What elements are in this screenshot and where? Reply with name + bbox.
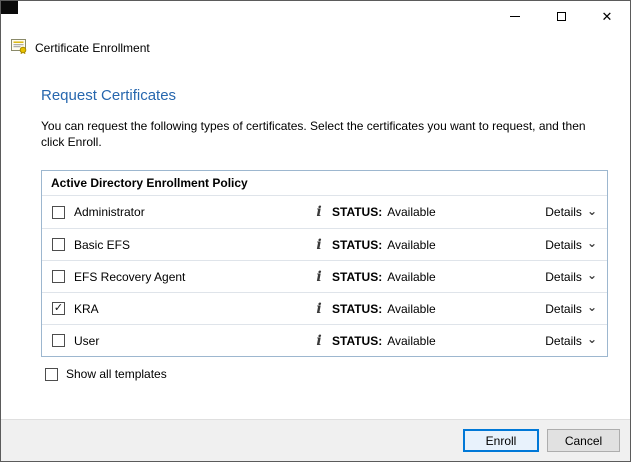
template-row: ✓ KRA i STATUS: Available Details ⌄ <box>42 292 607 324</box>
minimize-button[interactable] <box>492 1 538 31</box>
template-row: Administrator i STATUS: Available Detail… <box>42 196 607 228</box>
certificate-icon <box>11 39 28 57</box>
details-toggle[interactable]: Details ⌄ <box>545 203 597 220</box>
details-label: Details <box>545 237 582 252</box>
show-all-templates: Show all templates <box>45 367 630 381</box>
template-checkbox[interactable] <box>52 270 65 283</box>
template-row: User i STATUS: Available Details ⌄ <box>42 324 607 356</box>
status-label: STATUS: <box>332 333 383 348</box>
info-icon: i <box>316 268 322 285</box>
certificate-enrollment-window: ✕ Certificate Enrollment Request Certifi… <box>0 0 631 462</box>
status-label: STATUS: <box>332 269 383 284</box>
details-toggle[interactable]: Details ⌄ <box>545 300 597 316</box>
maximize-button[interactable] <box>538 1 584 31</box>
page-description: You can request the following types of c… <box>41 119 586 149</box>
window-icon <box>1 1 18 14</box>
details-label: Details <box>545 333 582 348</box>
status-value: Available <box>387 205 436 219</box>
close-icon: ✕ <box>601 8 613 24</box>
status-label: STATUS: <box>332 301 383 316</box>
footer: Enroll Cancel <box>1 419 630 461</box>
policy-group-title: Active Directory Enrollment Policy <box>42 171 607 196</box>
chevron-down-icon: ⌄ <box>586 268 597 282</box>
status-value: Available <box>387 269 436 284</box>
close-button[interactable]: ✕ <box>584 1 630 31</box>
status-label: STATUS: <box>332 237 383 252</box>
template-checkbox[interactable] <box>52 238 65 251</box>
status-value: Available <box>387 301 436 316</box>
status-value: Available <box>387 237 436 252</box>
caption-buttons: ✕ <box>492 1 630 31</box>
template-row: Basic EFS i STATUS: Available Details ⌄ <box>42 228 607 260</box>
details-label: Details <box>545 301 582 316</box>
enroll-button[interactable]: Enroll <box>463 429 539 452</box>
status-value: Available <box>387 333 436 348</box>
show-all-templates-checkbox[interactable] <box>45 367 58 381</box>
template-name: EFS Recovery Agent <box>74 269 186 284</box>
details-toggle[interactable]: Details ⌄ <box>545 268 597 284</box>
status-label: STATUS: <box>332 205 383 219</box>
minimize-icon <box>510 15 520 17</box>
details-toggle[interactable]: Details ⌄ <box>545 236 597 252</box>
chevron-down-icon: ⌄ <box>586 203 597 218</box>
chevron-down-icon: ⌄ <box>586 236 597 250</box>
chevron-down-icon: ⌄ <box>586 300 597 314</box>
template-name: Basic EFS <box>74 237 131 252</box>
template-name: User <box>74 333 100 348</box>
app-name: Certificate Enrollment <box>35 41 150 55</box>
template-checkbox[interactable]: ✓ <box>52 302 65 315</box>
chevron-down-icon: ⌄ <box>586 332 597 346</box>
info-icon: i <box>316 300 322 317</box>
cancel-button[interactable]: Cancel <box>547 429 620 452</box>
template-checkbox[interactable] <box>52 334 65 347</box>
maximize-icon <box>556 11 566 21</box>
details-label: Details <box>545 205 582 219</box>
app-header: Certificate Enrollment <box>11 39 630 57</box>
template-name: Administrator <box>74 205 145 219</box>
info-icon: i <box>316 236 322 253</box>
template-name: KRA <box>74 301 99 316</box>
template-checkbox[interactable] <box>52 205 65 219</box>
titlebar[interactable]: ✕ <box>1 1 630 31</box>
page-title: Request Certificates <box>41 87 177 104</box>
template-row: EFS Recovery Agent i STATUS: Available D… <box>42 260 607 292</box>
show-all-templates-label[interactable]: Show all templates <box>66 367 167 381</box>
enrollment-policy-group: Active Directory Enrollment Policy Admin… <box>41 170 608 357</box>
details-label: Details <box>545 269 582 284</box>
info-icon: i <box>316 332 322 349</box>
details-toggle[interactable]: Details ⌄ <box>545 332 597 348</box>
info-icon: i <box>316 204 322 220</box>
